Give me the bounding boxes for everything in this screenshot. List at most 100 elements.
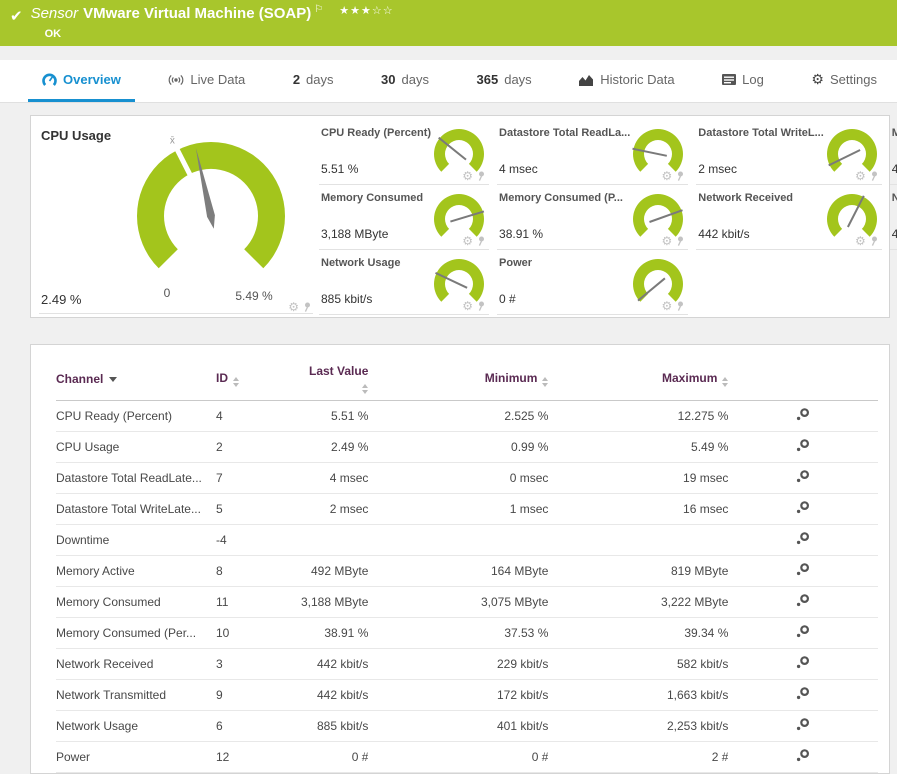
gauge-pin-icon[interactable]: [476, 236, 485, 246]
priority-flag-icon[interactable]: ⚐: [314, 1, 323, 19]
mini-gauge-power: Power 0 # ⚙: [497, 250, 689, 315]
channel-settings-icon[interactable]: [796, 470, 810, 483]
tab-log[interactable]: Log: [708, 60, 778, 102]
column-header-minimum[interactable]: Minimum: [368, 358, 549, 401]
channel-settings-icon[interactable]: [796, 532, 810, 545]
cell-last-value: 492 MByte: [301, 555, 369, 587]
tab-historic-data[interactable]: Historic Data: [565, 60, 688, 102]
cell-last-value: 0 #: [301, 741, 369, 773]
cell-id: 7: [216, 462, 301, 494]
cpu-usage-gauge: x̄: [126, 135, 296, 303]
cell-id: -4: [216, 524, 301, 556]
gauge-pin-icon[interactable]: [675, 171, 684, 181]
cell-minimum: 0 msec: [368, 462, 549, 494]
cell-maximum: 39.34 %: [548, 617, 729, 649]
channel-settings-icon[interactable]: [796, 408, 810, 421]
gauge-gear-icon[interactable]: ⚙: [662, 170, 673, 182]
cell-channel: CPU Usage: [56, 431, 216, 463]
cell-maximum: 3,222 MByte: [548, 586, 729, 618]
channel-settings-icon[interactable]: [796, 687, 810, 700]
priority-stars[interactable]: ★★★☆☆: [339, 2, 393, 20]
gauge-gear-icon[interactable]: ⚙: [662, 235, 673, 247]
star-filled-icon[interactable]: ★: [350, 5, 361, 17]
tab-overview[interactable]: Overview: [28, 60, 135, 102]
table-row: Network Received 3 442 kbit/s 229 kbit/s 582…: [56, 648, 879, 680]
gauge-pin-icon[interactable]: [675, 236, 684, 246]
gauges-panel: CPU Usage x̄ 2.49 % 0 5.49 % ⚙ CPU Ready…: [30, 115, 897, 318]
table-row: Downtime -4: [56, 524, 879, 556]
mini-gauge-memory-consumed: Memory Consumed 3,188 MByte ⚙: [319, 185, 490, 250]
tab-2-days[interactable]: 2 days: [279, 60, 348, 102]
cell-maximum: [548, 524, 729, 556]
mini-gauge-value: 2 msec: [698, 162, 737, 176]
gauge-cell-icons: ⚙: [288, 301, 311, 313]
channel-settings-icon[interactable]: [796, 749, 810, 762]
cell-last-value: [301, 524, 369, 556]
channel-settings-icon[interactable]: [796, 625, 810, 638]
gauge-gear-icon[interactable]: ⚙: [462, 170, 473, 182]
mini-gauge-title: Memory Active: [891, 127, 897, 139]
gauge-gear-icon[interactable]: ⚙: [855, 170, 866, 182]
tab-label: days: [504, 72, 532, 87]
cell-channel: Memory Consumed: [56, 586, 216, 618]
tab-30-days[interactable]: 30 days: [367, 60, 443, 102]
table-row: Memory Consumed (Per... 10 38.91 % 37.53 % 3…: [56, 617, 879, 649]
star-filled-icon[interactable]: ★: [339, 5, 350, 17]
gauge-pin-icon[interactable]: [476, 301, 485, 311]
cell-maximum: 582 kbit/s: [548, 648, 729, 680]
channel-settings-icon[interactable]: [796, 718, 810, 731]
channel-settings-icon[interactable]: [796, 656, 810, 669]
mini-gauge-value: 442 kbit/s: [891, 227, 897, 241]
tab-settings[interactable]: ⚙ Settings: [797, 60, 891, 102]
star-empty-icon[interactable]: ☆: [383, 5, 394, 17]
tab-365-days[interactable]: 365 days: [463, 60, 546, 102]
star-filled-icon[interactable]: ★: [361, 5, 372, 17]
log-list-icon: [722, 74, 737, 85]
gauge-gear-icon[interactable]: ⚙: [462, 235, 473, 247]
gauge-pin-icon[interactable]: [302, 302, 311, 312]
gauge-gear-icon[interactable]: ⚙: [462, 300, 473, 312]
gauge-gear-icon[interactable]: ⚙: [288, 301, 299, 313]
channel-settings-icon[interactable]: [796, 501, 810, 514]
mini-gauge-value: 885 kbit/s: [321, 292, 373, 306]
column-header-last-value[interactable]: Last Value: [301, 358, 369, 401]
mini-gauge-datastore-total-writel: Datastore Total WriteL... 2 msec ⚙: [696, 120, 882, 185]
empty-cell: [696, 250, 882, 315]
sort-icons: [362, 384, 369, 394]
gauge-gear-icon[interactable]: ⚙: [662, 300, 673, 312]
settings-gear-icon: ⚙: [811, 71, 824, 87]
gauge-pin-icon[interactable]: [869, 236, 878, 246]
column-header-channel[interactable]: Channel: [56, 358, 216, 401]
cell-last-value: 442 kbit/s: [301, 679, 369, 711]
table-header-row: Channel ID Last Value Minimum Maximum: [56, 358, 879, 401]
table-row: Memory Consumed 11 3,188 MByte 3,075 MByte 3…: [56, 586, 879, 618]
channel-settings-icon[interactable]: [796, 563, 810, 576]
table-row: Memory Active 8 492 MByte 164 MByte 819 MByt…: [56, 555, 879, 587]
cell-channel: Network Received: [56, 648, 216, 680]
main-gauge-cell: CPU Usage x̄ 2.49 % 0 5.49 % ⚙: [31, 116, 319, 317]
cell-minimum: 37.53 %: [368, 617, 549, 649]
cell-last-value: 5.51 %: [301, 400, 369, 432]
channel-settings-icon[interactable]: [796, 594, 810, 607]
cell-minimum: 172 kbit/s: [368, 679, 549, 711]
tab-number: 365: [476, 72, 499, 87]
svg-text:x̄: x̄: [170, 136, 175, 146]
tab-label: Live Data: [190, 72, 246, 87]
tab-label: Settings: [829, 72, 877, 87]
tab-live-data[interactable]: Live Data: [154, 60, 259, 102]
cell-last-value: 4 msec: [301, 462, 369, 494]
cell-id: 12: [216, 741, 301, 773]
table-row: Power 12 0 #0 #2 #: [56, 741, 879, 773]
gauge-pin-icon[interactable]: [869, 171, 878, 181]
star-empty-icon[interactable]: ☆: [372, 5, 383, 17]
gauge-gear-icon[interactable]: ⚙: [855, 235, 866, 247]
gauge-pin-icon[interactable]: [675, 301, 684, 311]
gauge-pin-icon[interactable]: [476, 171, 485, 181]
cell-id: 10: [216, 617, 301, 649]
column-header-maximum[interactable]: Maximum: [548, 358, 729, 401]
column-header-id[interactable]: ID: [216, 358, 301, 401]
main-gauge-value: 2.49 %: [41, 292, 82, 307]
tab-label: days: [306, 72, 334, 87]
channel-settings-icon[interactable]: [796, 439, 810, 452]
tab-number: 30: [381, 72, 396, 87]
